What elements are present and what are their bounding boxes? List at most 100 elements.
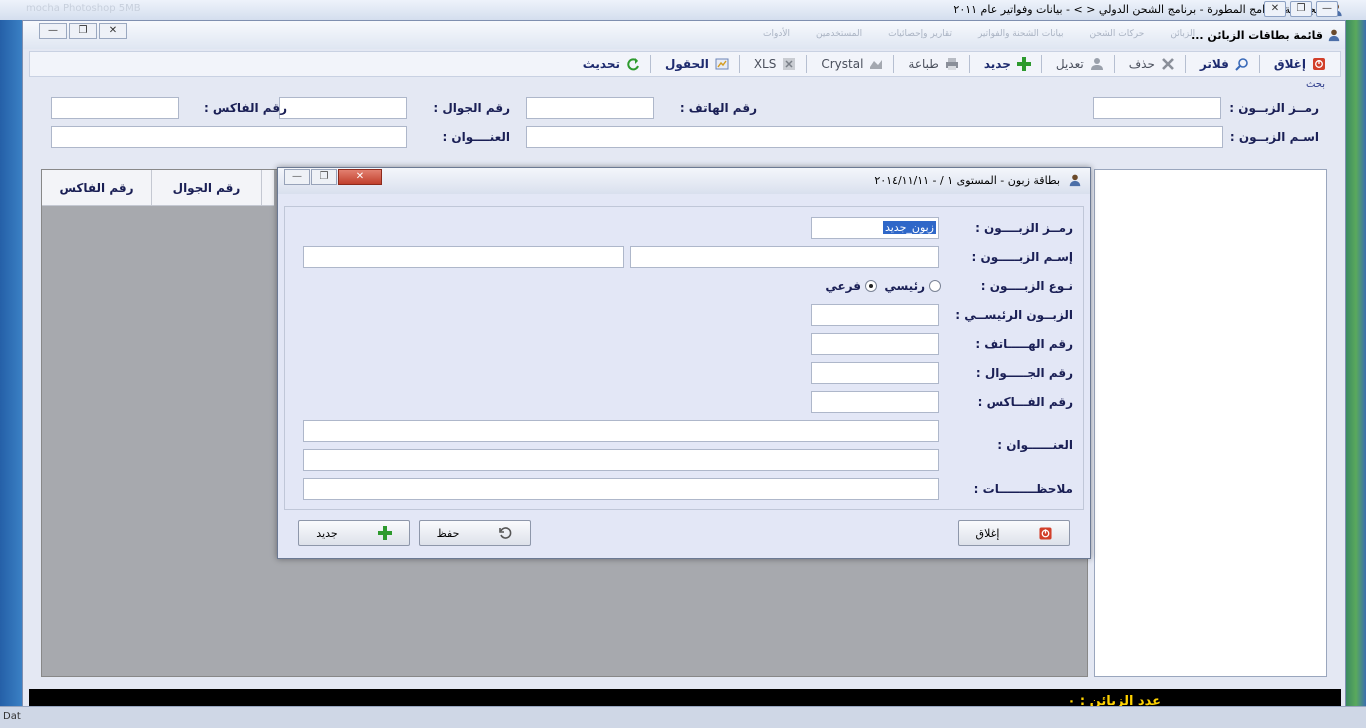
dialog-restore-button[interactable]: ❐ <box>311 169 337 185</box>
dialog-form: رمــز الزبــــون : زبون_جديد إسـم الزبــ… <box>284 206 1084 510</box>
notes-input[interactable] <box>303 478 939 500</box>
type-main-label: رئيسي <box>884 279 925 293</box>
address-input-2[interactable] <box>303 449 939 471</box>
faint-background-text: mocha Photoshop 5MB <box>26 3 141 14</box>
phone-label: رقم الهـــــاتف : <box>975 337 1073 351</box>
toolbar-button-label: Crystal <box>821 57 864 71</box>
name-input[interactable] <box>630 246 939 268</box>
toolbar-button-label: تحديث <box>582 57 620 71</box>
toolbar-refresh-button[interactable]: تحديث <box>583 57 640 71</box>
search-mobile-input[interactable] <box>279 97 407 119</box>
code-input[interactable]: زبون_جديد <box>811 217 939 239</box>
save-button-label: حفظ <box>436 526 460 540</box>
search-legend: بحث <box>1305 79 1325 90</box>
phone-input[interactable] <box>811 333 939 355</box>
refresh-icon <box>627 58 639 71</box>
outer-close-button[interactable]: ✕ <box>1264 1 1286 17</box>
save-button[interactable]: حفظ <box>419 520 531 546</box>
type-main-radio[interactable]: رئيسي <box>884 279 941 293</box>
bottom-strip: Dat <box>0 706 1366 728</box>
grid-header: رقم الفاكس رقم الجوال <box>42 170 274 206</box>
bottom-strip-text: Dat <box>3 711 21 722</box>
toolbar-button-label: طباعة <box>908 57 939 71</box>
dialog-close-button[interactable]: ✕ <box>338 169 382 185</box>
radio-circle-selected[interactable] <box>865 280 877 292</box>
name-secondary-input[interactable] <box>303 246 624 268</box>
dialog-title-bar: بطاقة زبون - المستوى ١ / - ٢٠١٤/١١/١١ ✕ … <box>278 168 1090 194</box>
address-label: العنــــــوان : <box>997 438 1073 452</box>
faint-menu-item: بيانات الشحنة والفواتير <box>977 29 1064 39</box>
delete-icon <box>1161 58 1174 70</box>
search-name-input[interactable] <box>526 126 1223 148</box>
main-close-button[interactable]: ✕ <box>99 23 127 39</box>
toolbar-excel-button[interactable]: XLS <box>754 57 797 71</box>
fax-label: رقم الفـــاكس : <box>977 395 1073 409</box>
toolbar-button-label: XLS <box>753 57 777 71</box>
save-icon <box>499 527 512 539</box>
search-address-input[interactable] <box>51 126 407 148</box>
toolbar-fields-button[interactable]: الحقول <box>665 57 729 71</box>
search-phone-input[interactable] <box>526 97 654 119</box>
mobile-label: رقم الجـــــوال : <box>975 366 1073 380</box>
grid-header-fax[interactable]: رقم الفاكس <box>42 170 152 205</box>
radio-circle[interactable] <box>929 280 941 292</box>
search-address-label: العنــــوان : <box>442 130 510 144</box>
parent-label: الزبــون الرئيســي : <box>955 308 1073 322</box>
toolbar-delete-button[interactable]: حذف <box>1129 57 1175 71</box>
type-sub-label: فرعي <box>825 279 861 293</box>
outer-minimize-button[interactable]: — <box>1316 1 1338 17</box>
type-label: نـوع الزبــــون : <box>980 279 1073 293</box>
main-title: قائمة بطاقات الزبائن ... <box>1191 29 1323 42</box>
toolbar-separator <box>1113 55 1115 73</box>
type-sub-radio[interactable]: فرعي <box>825 279 877 293</box>
close-icon <box>1039 526 1053 540</box>
toolbar-separator <box>1258 55 1260 73</box>
toolbar-separator <box>1184 55 1186 73</box>
dialog-close-action-button[interactable]: إغلاق <box>958 520 1070 546</box>
filter-icon <box>1235 58 1248 71</box>
toolbar-button-label: حذف <box>1128 57 1155 71</box>
search-phone-label: رقم الهاتف : <box>679 101 757 115</box>
code-value: زبون_جديد <box>882 221 936 234</box>
toolbar-button-label: تعديل <box>1055 57 1084 71</box>
faint-menu-item: الزبائن <box>1170 29 1196 39</box>
customer-card-dialog: بطاقة زبون - المستوى ١ / - ٢٠١٤/١١/١١ ✕ … <box>277 167 1091 559</box>
toolbar-button-label: فلاتر <box>1199 57 1229 71</box>
outer-title-bar: مجموعة البرامج المطورة - برنامج الشحن ال… <box>0 0 1366 20</box>
fax-input[interactable] <box>811 391 939 413</box>
grid-header-mobile[interactable]: رقم الجوال <box>152 170 262 205</box>
new-button-label: جديد <box>316 526 338 540</box>
toolbar-separator <box>649 55 651 73</box>
toolbar-filter-button[interactable]: فلاتر <box>1200 57 1249 71</box>
search-code-input[interactable] <box>1093 97 1221 119</box>
search-fax-label: رقم الفاكس : <box>203 101 287 115</box>
toolbar-print-button[interactable]: طباعة <box>908 57 958 71</box>
notes-label: ملاحظـــــــــات : <box>973 482 1073 496</box>
toolbar-separator <box>968 55 970 73</box>
new-button[interactable]: جديد <box>298 520 410 546</box>
toolbar-close-button[interactable]: إغلاق <box>1274 57 1326 71</box>
main-minimize-button[interactable]: — <box>39 23 67 39</box>
toolbar-crystal-button[interactable]: Crystal <box>821 57 883 71</box>
search-fax-input[interactable] <box>51 97 179 119</box>
side-panel <box>1094 169 1327 677</box>
faint-menu-item: المستخدمين <box>815 29 863 39</box>
dialog-minimize-button[interactable]: — <box>284 169 310 185</box>
desktop-left-strip <box>0 20 22 728</box>
outer-restore-button[interactable]: ❐ <box>1290 1 1312 17</box>
toolbar-add-button[interactable]: جديد <box>984 57 1031 71</box>
main-restore-button[interactable]: ❐ <box>69 23 97 39</box>
main-title-bar: قائمة بطاقات الزبائن ... ✕ ❐ — الزبائن حر… <box>23 21 1345 49</box>
mobile-input[interactable] <box>811 362 939 384</box>
address-input-1[interactable] <box>303 420 939 442</box>
toolbar-button-label: جديد <box>983 57 1011 71</box>
faint-menu-item: الأدوات <box>763 29 790 39</box>
faint-menu-item: حركات الشحن <box>1089 29 1145 39</box>
toolbar: إغلاق فلاتر حذف تعديل جديد طباعة Crystal XLS الح… <box>29 51 1341 77</box>
toolbar-separator <box>893 55 895 73</box>
desktop-right-strip <box>1346 20 1366 728</box>
parent-input[interactable] <box>811 304 939 326</box>
toolbar-edit-button[interactable]: تعديل <box>1056 57 1104 71</box>
print-icon <box>945 58 958 70</box>
excel-icon <box>783 58 796 70</box>
